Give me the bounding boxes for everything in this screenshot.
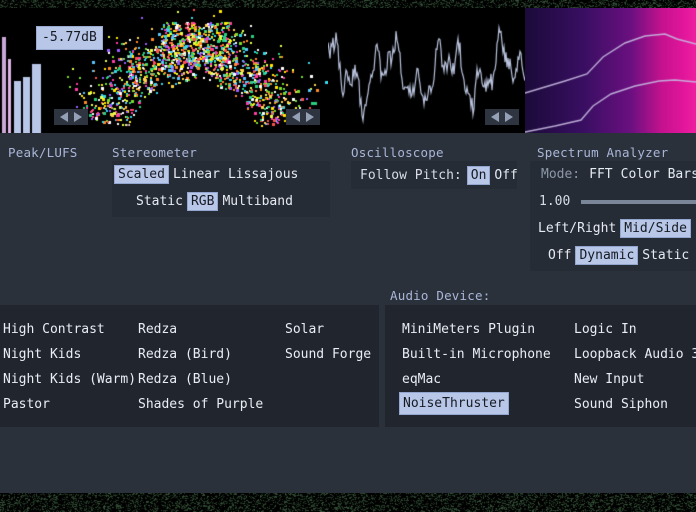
follow-pitch-row: Follow Pitch: On Off (351, 161, 518, 189)
theme-list-item[interactable]: Sound Forge (282, 342, 374, 367)
peak-value-readout: -5.77dB (36, 26, 103, 50)
spectrum-range-option-off[interactable]: Off (544, 246, 575, 265)
spectrum-mode-option-fft[interactable]: FFT (585, 165, 616, 184)
spectrum-analyzer-display[interactable] (525, 8, 696, 133)
spectrum-channel-option-mid-side[interactable]: Mid/Side (620, 219, 691, 238)
section-title-spectrum-analyzer: Spectrum Analyzer (537, 145, 669, 160)
theme-list-column: Redza Redza (Bird) Redza (Blue) Shades of P… (135, 317, 266, 417)
spectrum-slider-row[interactable]: 1.00 (530, 188, 696, 215)
stereometer-option-multiband[interactable]: Multiband (218, 192, 296, 211)
audio-device-item[interactable]: MiniMeters Plugin (399, 317, 554, 342)
audio-device-column: Logic In Loopback Audio 3 New Input Sound S… (571, 317, 696, 417)
audio-device-item[interactable]: New Input (571, 367, 696, 392)
oscilloscope-display[interactable] (328, 8, 525, 133)
theme-list-item[interactable]: Redza (135, 317, 266, 342)
audio-device-item[interactable]: NoiseThruster (399, 392, 509, 415)
spectrum-slider[interactable] (581, 199, 696, 204)
theme-list-item[interactable]: Shades of Purple (135, 392, 266, 417)
theme-list-column: Solar Sound Forge (282, 317, 374, 367)
oscilloscope-nav-buttons[interactable] (485, 109, 519, 125)
oscilloscope-options-panel: Follow Pitch: On Off (351, 161, 518, 189)
stereometer-nav-buttons-right[interactable] (286, 109, 320, 125)
theme-list-column: High Contrast Night Kids Night Kids (Warm)… (0, 317, 139, 417)
prev-arrow-icon[interactable] (60, 112, 68, 122)
next-arrow-icon[interactable] (306, 112, 314, 122)
spectrum-channel-row: Left/Right Mid/Side (530, 215, 696, 242)
spectrum-mode-label: Mode: (541, 167, 581, 182)
audio-device-item[interactable]: Loopback Audio 3 (571, 342, 696, 367)
spectrum-range-option-static[interactable]: Static (638, 246, 693, 265)
theme-list-item[interactable]: Solar (282, 317, 374, 342)
stereometer-nav-buttons[interactable] (54, 109, 88, 125)
section-title-peak-lufs: Peak/LUFS (8, 145, 78, 160)
bottom-noise-strip (0, 493, 696, 512)
audio-device-item[interactable]: Sound Siphon (571, 392, 696, 417)
theme-list-item[interactable]: Redza (Bird) (135, 342, 266, 367)
section-title-oscilloscope: Oscilloscope (351, 145, 444, 160)
stereometer-option-lissajous[interactable]: Lissajous (224, 165, 302, 184)
theme-list-item[interactable]: Redza (Blue) (135, 367, 266, 392)
spectrum-mode-row: Mode: FFT Color Bars (530, 161, 696, 188)
theme-list-panel[interactable]: High Contrast Night Kids Night Kids (Warm)… (0, 305, 379, 427)
theme-list-item[interactable]: Pastor (0, 392, 139, 417)
next-arrow-icon[interactable] (505, 112, 513, 122)
prev-arrow-icon[interactable] (491, 112, 499, 122)
audio-device-column: MiniMeters Plugin Built-in Microphone eqMa… (399, 317, 554, 415)
spectrum-channel-option-left-right[interactable]: Left/Right (534, 219, 620, 238)
section-title-audio-device: Audio Device: (390, 288, 491, 303)
stereometer-options-panel: Scaled Linear Lissajous Static RGB Multi… (112, 161, 330, 217)
stereometer-color-row: Static RGB Multiband (112, 188, 330, 215)
theme-list-grid: High Contrast Night Kids Night Kids (Warm)… (0, 305, 379, 427)
audio-device-item[interactable]: Built-in Microphone (399, 342, 554, 367)
prev-arrow-icon[interactable] (292, 112, 300, 122)
stereometer-option-linear[interactable]: Linear (169, 165, 224, 184)
theme-list-item[interactable]: Night Kids (0, 342, 139, 367)
theme-list-item[interactable]: Night Kids (Warm) (0, 367, 139, 392)
follow-pitch-option-off[interactable]: Off (490, 166, 521, 185)
miniMeters-window: -5.77dB Peak/LUFS Stereometer Oscillosco… (0, 0, 696, 512)
stereometer-option-rgb[interactable]: RGB (186, 192, 219, 211)
spectrum-analyzer-options-panel: Mode: FFT Color Bars 1.00 Left/Right Mid… (530, 161, 696, 271)
spectrum-slider-value: 1.00 (539, 194, 571, 209)
audio-device-item[interactable]: eqMac (399, 367, 554, 392)
follow-pitch-option-on[interactable]: On (466, 165, 491, 185)
audio-device-item[interactable]: Logic In (571, 317, 696, 342)
stereometer-option-scaled[interactable]: Scaled (114, 165, 169, 184)
spectrum-mode-option-color-bars[interactable]: Color Bars (617, 165, 696, 184)
stereometer-scale-row: Scaled Linear Lissajous (112, 161, 330, 188)
follow-pitch-label: Follow Pitch: (360, 167, 462, 183)
spectrum-range-row: Off Dynamic Static (530, 242, 696, 269)
audio-device-grid: MiniMeters Plugin Built-in Microphone eqMa… (385, 305, 696, 427)
visualizer-row: -5.77dB (0, 8, 696, 133)
top-noise-strip (0, 0, 696, 8)
next-arrow-icon[interactable] (74, 112, 82, 122)
spectrum-range-option-dynamic[interactable]: Dynamic (575, 246, 639, 265)
section-title-stereometer: Stereometer (112, 145, 197, 160)
theme-list-item[interactable]: High Contrast (0, 317, 139, 342)
audio-device-panel[interactable]: MiniMeters Plugin Built-in Microphone eqMa… (385, 305, 696, 427)
stereometer-option-static[interactable]: Static (132, 192, 187, 211)
